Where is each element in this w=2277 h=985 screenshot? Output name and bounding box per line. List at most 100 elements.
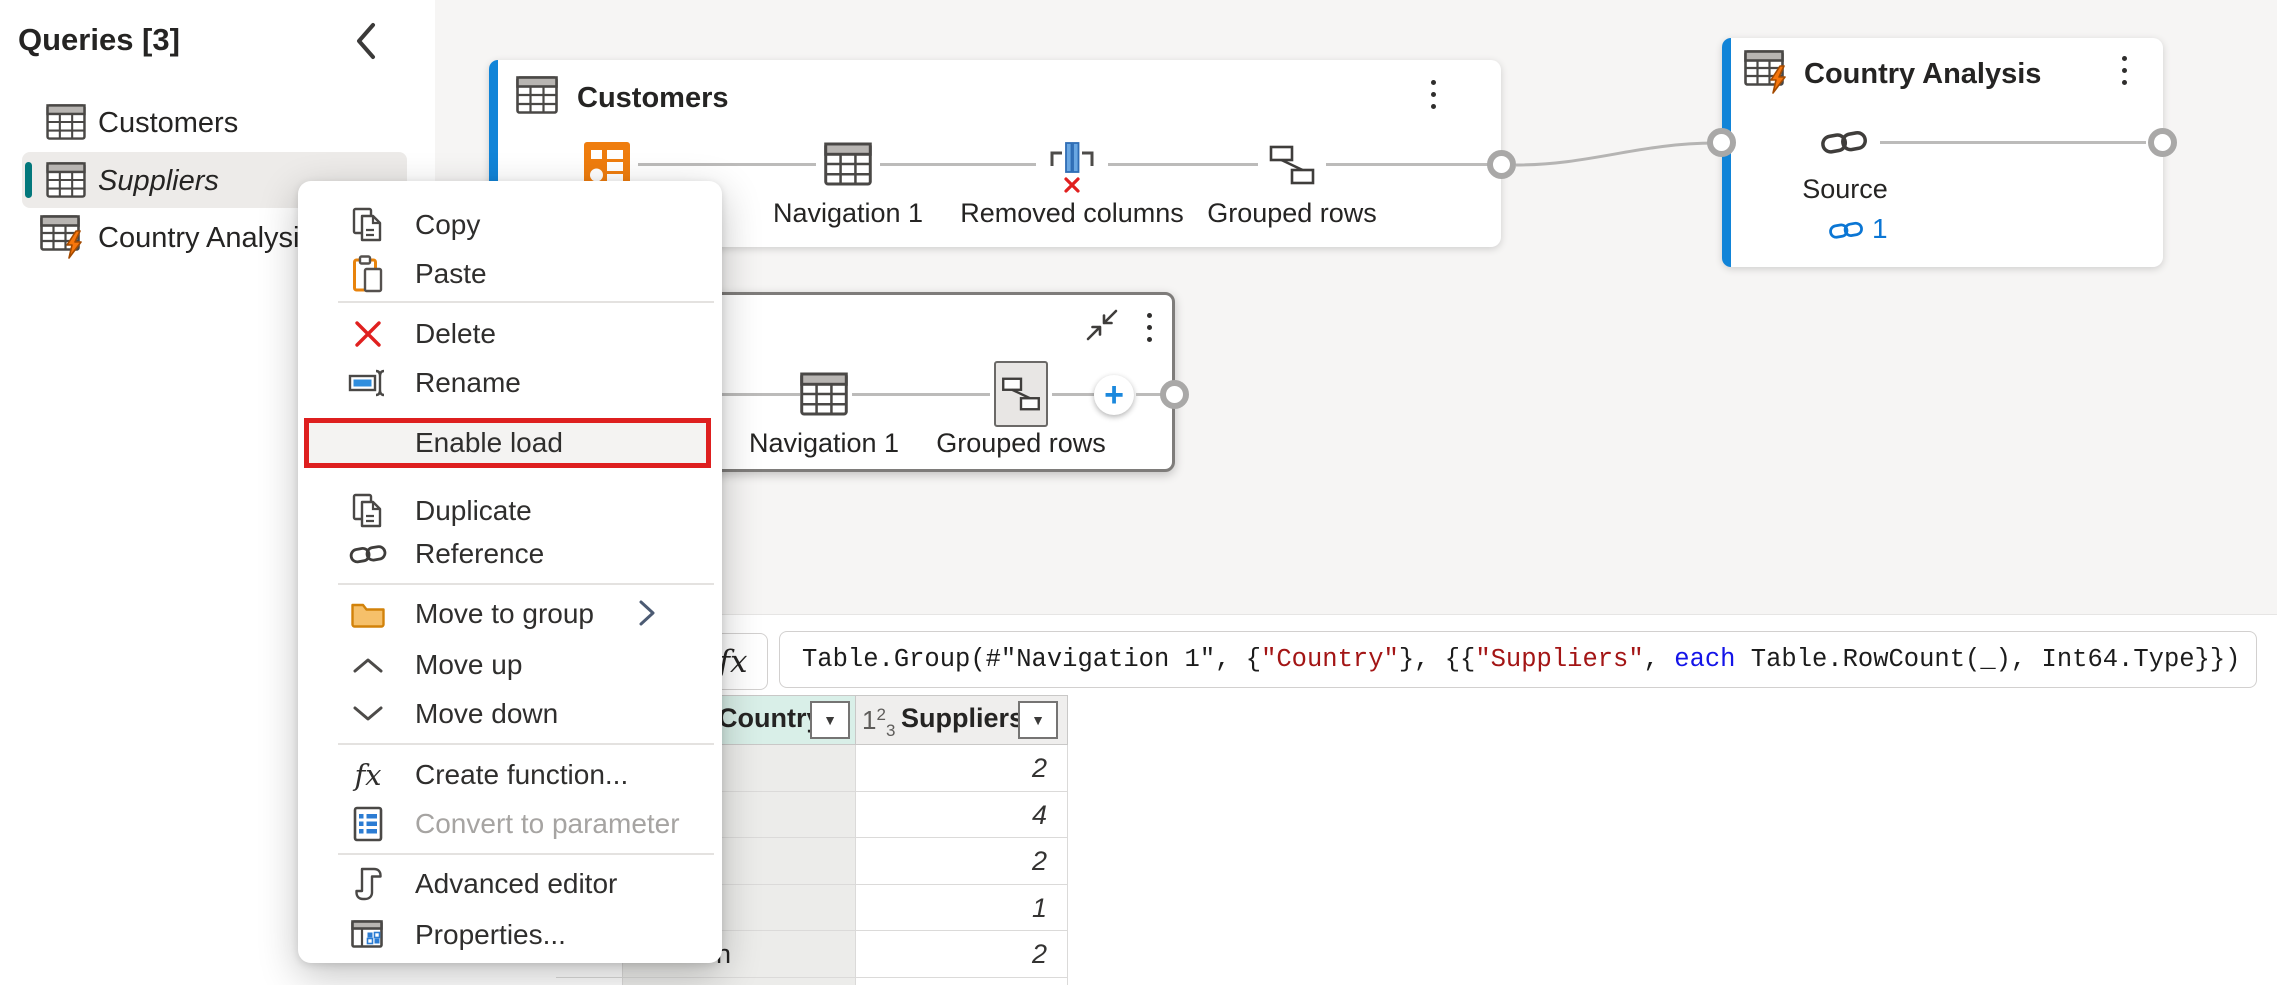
reference-step-icon[interactable]	[1820, 127, 1868, 162]
column-name-suppliers[interactable]: Suppliers	[901, 703, 1024, 734]
step-label[interactable]: Removed columns	[960, 198, 1184, 229]
navigation-step-icon[interactable]	[800, 372, 848, 421]
menu-item-delete[interactable]: Delete	[298, 309, 722, 358]
cell-suppliers[interactable]	[856, 978, 1068, 985]
collapse-pane-icon[interactable]	[352, 20, 382, 67]
menu-item-reference[interactable]: Reference	[298, 529, 722, 578]
menu-item-label: Advanced editor	[415, 867, 618, 899]
reference-count-icon[interactable]	[1828, 219, 1864, 246]
output-port[interactable]	[2148, 128, 2177, 157]
sidebar-item-label: Suppliers	[98, 165, 219, 197]
output-port[interactable]	[1487, 150, 1516, 179]
cell-value: 2	[1031, 753, 1047, 783]
sidebar-item-customers[interactable]: Customers	[22, 100, 407, 148]
step-connector	[1052, 393, 1094, 396]
menu-item-label: Create function...	[415, 758, 629, 790]
menu-divider	[338, 301, 714, 303]
selection-accent-bar	[25, 162, 32, 198]
cell-country[interactable]	[623, 978, 856, 985]
step-label[interactable]: Source	[1802, 174, 1888, 205]
menu-item-duplicate[interactable]: Duplicate	[298, 486, 722, 535]
menu-item-label: Copy	[415, 208, 481, 240]
filter-dropdown-suppliers[interactable]: ▼	[1018, 701, 1058, 739]
step-label[interactable]: Grouped rows	[936, 428, 1106, 459]
card-title: Customers	[577, 82, 729, 114]
power-query-diagram-view: Customers Navigation 1 Removed columns G…	[0, 0, 2277, 985]
menu-item-enable-load-highlighted[interactable]: Enable load	[304, 418, 711, 468]
cell-suppliers[interactable]: 4	[856, 792, 1068, 838]
card-menu-kebab-icon[interactable]	[1145, 313, 1153, 342]
step-connector	[1326, 163, 1488, 166]
table-icon	[46, 104, 86, 145]
query-context-menu: Copy Paste Delete Rename Enable load Dup…	[298, 181, 722, 963]
plus-icon: +	[1104, 376, 1124, 414]
card-title: Country Analysis	[1804, 58, 2042, 90]
add-step-button[interactable]: +	[1094, 375, 1134, 415]
cell-value: 2	[1031, 846, 1047, 876]
menu-item-paste[interactable]: Paste	[298, 249, 722, 298]
step-label[interactable]: Grouped rows	[1207, 198, 1377, 229]
reference-count[interactable]: 1	[1872, 213, 1888, 245]
step-label[interactable]: Navigation 1	[773, 198, 923, 229]
menu-item-label: Convert to parameter	[415, 807, 680, 839]
delete-icon	[346, 319, 390, 349]
step-connector	[1108, 163, 1258, 166]
menu-item-advanced-editor[interactable]: Advanced editor	[298, 859, 722, 908]
duplicate-icon	[346, 493, 390, 529]
filter-dropdown-country[interactable]: ▼	[810, 701, 850, 739]
dropdown-arrow-icon: ▼	[1031, 712, 1045, 728]
menu-divider	[338, 743, 714, 745]
column-name-country[interactable]: Country	[718, 703, 822, 734]
fx-icon: fx	[718, 643, 748, 680]
removed-columns-step-icon[interactable]	[1044, 136, 1100, 201]
menu-item-properties[interactable]: Properties...	[298, 910, 722, 959]
input-port[interactable]	[1707, 128, 1736, 157]
card-menu-kebab-icon[interactable]	[2120, 56, 2128, 85]
menu-item-move-to-group[interactable]: Move to group	[298, 589, 722, 638]
menu-item-label: Move to group	[415, 597, 594, 629]
navigation-step-icon[interactable]	[824, 142, 872, 191]
row-number-cell	[556, 978, 623, 985]
menu-item-label: Enable load	[415, 427, 563, 458]
collapse-card-icon[interactable]	[1083, 306, 1121, 349]
menu-item-move-down[interactable]: Move down	[298, 689, 722, 738]
computed-table-icon	[40, 214, 90, 265]
menu-item-move-up[interactable]: Move up	[298, 640, 722, 689]
menu-item-label: Move up	[415, 648, 523, 680]
paste-icon	[346, 254, 390, 293]
menu-item-label: Properties...	[415, 918, 566, 950]
menu-item-label: Move down	[415, 697, 559, 729]
cell-value: 1	[1031, 893, 1047, 923]
cell-suppliers[interactable]: 2	[856, 745, 1068, 792]
table-icon	[516, 76, 558, 119]
queries-pane-title: Queries [3]	[18, 22, 180, 57]
menu-item-label: Rename	[415, 366, 521, 398]
menu-item-label: Paste	[415, 257, 487, 289]
submenu-chevron-icon	[635, 598, 659, 633]
formula-input[interactable]: Table.Group(#"Navigation 1", {"Country"}…	[779, 631, 2257, 688]
cell-suppliers[interactable]: 2	[856, 931, 1068, 978]
rename-icon	[346, 368, 390, 398]
card-menu-kebab-icon[interactable]	[1429, 80, 1437, 109]
step-connector	[852, 393, 990, 396]
menu-item-copy[interactable]: Copy	[298, 200, 722, 249]
grouped-rows-step-icon[interactable]	[1266, 144, 1318, 191]
chevron-up-icon	[346, 656, 390, 674]
menu-item-rename[interactable]: Rename	[298, 358, 722, 407]
scroll-icon	[346, 866, 390, 902]
step-label[interactable]: Navigation 1	[749, 428, 899, 459]
link-icon	[346, 542, 390, 566]
cell-suppliers[interactable]: 1	[856, 885, 1068, 931]
cell-value: 2	[1031, 939, 1047, 969]
folder-icon	[346, 599, 390, 629]
whole-number-type-icon[interactable]: 123	[862, 705, 895, 741]
menu-item-create-function[interactable]: fx Create function...	[298, 750, 722, 799]
cell-suppliers[interactable]: 2	[856, 838, 1068, 885]
output-port[interactable]	[1160, 380, 1189, 409]
grouped-rows-step-selected[interactable]	[994, 361, 1048, 427]
table-icon	[46, 162, 86, 203]
menu-item-convert-to-parameter: Convert to parameter	[298, 799, 722, 848]
query-card-country-analysis[interactable]: Country Analysis	[1722, 38, 2163, 267]
menu-divider	[338, 853, 714, 855]
menu-item-label: Reference	[415, 537, 545, 569]
